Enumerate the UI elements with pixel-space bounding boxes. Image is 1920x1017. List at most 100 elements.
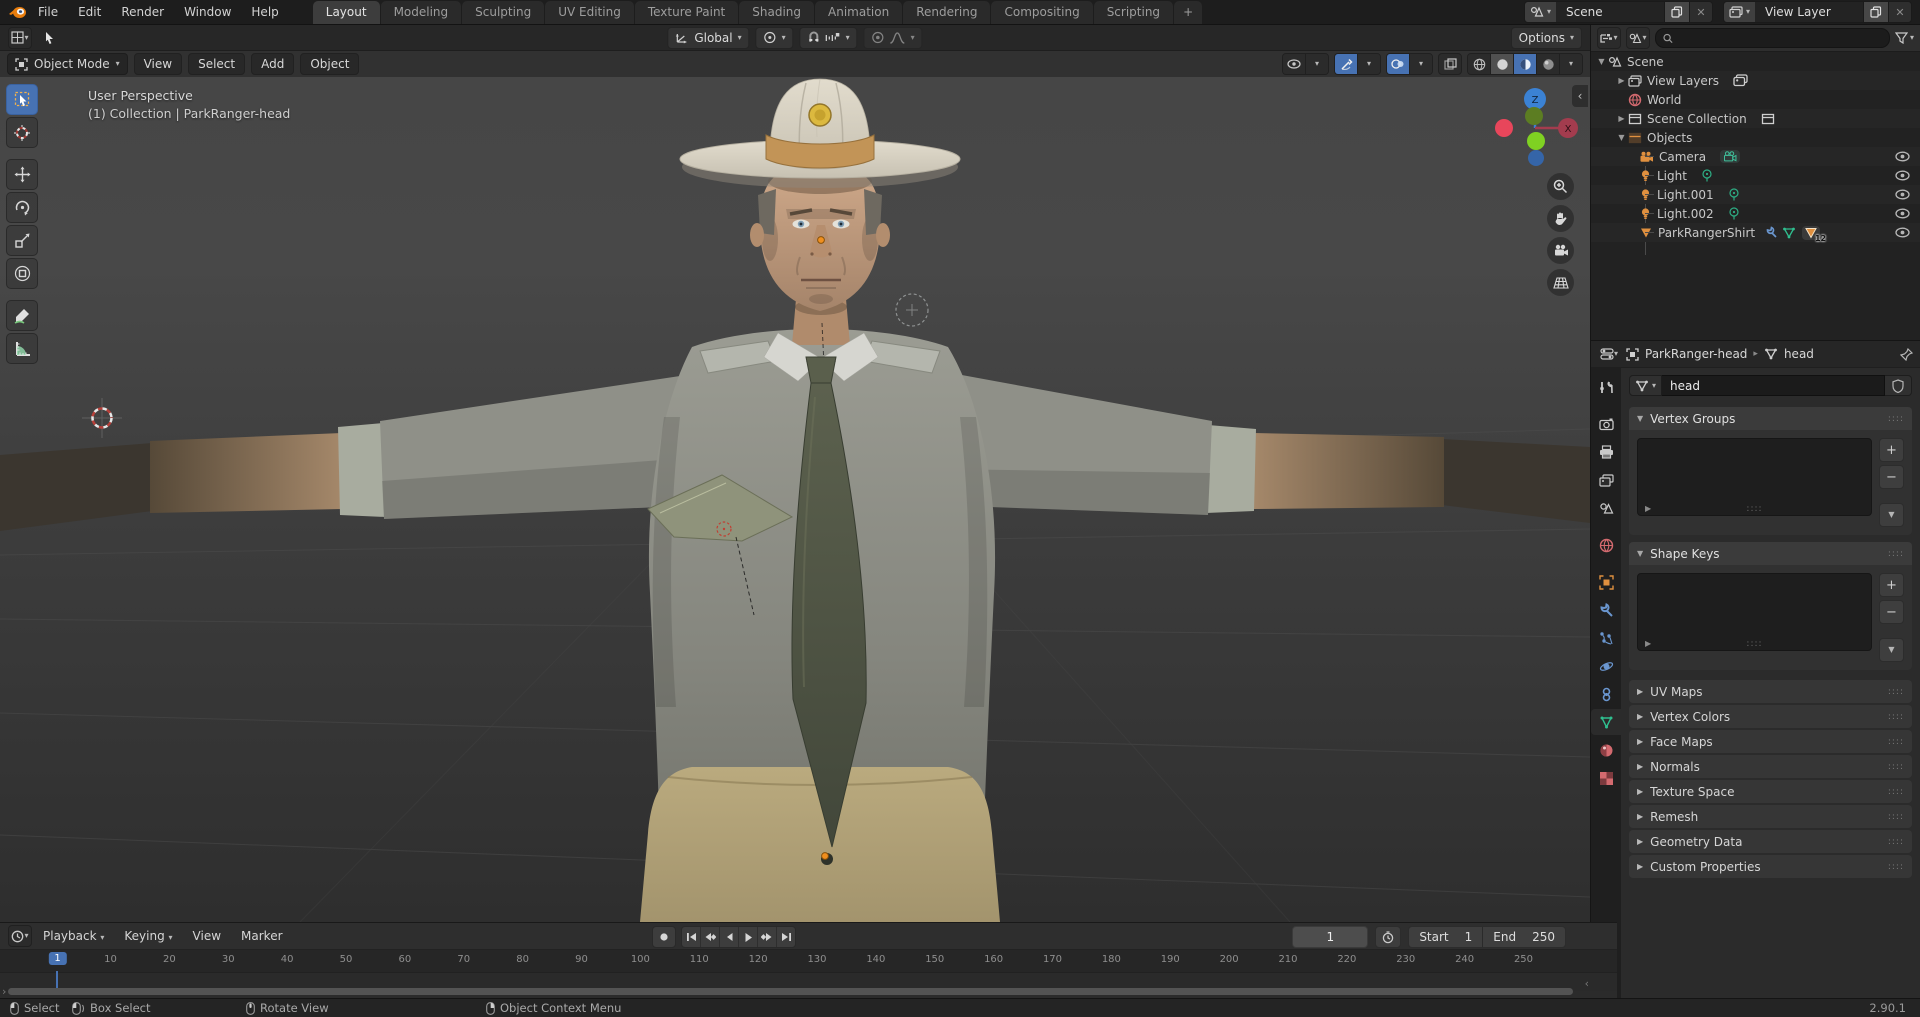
ortho-toggle-button[interactable] [1547,269,1574,296]
tab-material[interactable] [1591,737,1621,763]
prev-keyframe-button[interactable] [701,927,720,947]
gizmo-minus-y-axis[interactable] [1527,132,1545,150]
fake-user-shield-button[interactable] [1885,375,1912,396]
caret-down-icon[interactable]: ▼ [1615,133,1628,142]
view-layer-icon[interactable]: ▾ [1724,2,1755,22]
unlink-scene-button[interactable]: ✕ [1689,2,1712,22]
outliner-row-scene-collection[interactable]: ▶ Scene Collection [1591,109,1920,128]
playhead-line[interactable] [56,971,58,989]
outliner-row-light[interactable]: Light [1591,166,1920,185]
remove-shape-key-button[interactable]: − [1879,600,1904,624]
list-resize-icon[interactable]: ▶ [1645,639,1651,648]
tab-particles[interactable] [1591,625,1621,651]
tool-cursor[interactable] [6,117,38,148]
tab-scene[interactable] [1591,495,1621,521]
hide-toggle-eye-icon[interactable] [1895,208,1910,219]
tab-rendering[interactable]: Rendering [903,1,990,24]
panel-grip-icon[interactable]: :::: [1888,414,1904,424]
menu-file[interactable]: File [28,3,68,21]
menu-playback[interactable]: Playback ▾ [34,927,113,945]
hide-toggle-eye-icon[interactable] [1895,227,1910,238]
outliner-row-light-001[interactable]: Light.001 [1591,185,1920,204]
menu-view[interactable]: View [184,927,230,945]
breadcrumb-data-name[interactable]: head [1784,347,1814,361]
vertex-group-specials-button[interactable]: ▼ [1879,503,1904,527]
tab-view-layer[interactable] [1591,467,1621,493]
outliner-row-parkrangershirt[interactable]: ParkRangerShirt 12 [1591,223,1920,242]
menu-render[interactable]: Render [111,3,174,21]
datablock-type-dropdown[interactable]: ▾ [1629,375,1662,396]
menu-keying[interactable]: Keying ▾ [115,927,181,945]
panel-grip-icon[interactable]: :::: [1888,549,1904,559]
tab-animation[interactable]: Animation [815,1,902,24]
tool-rotate[interactable] [6,192,38,223]
tab-shading[interactable]: Shading [739,1,814,24]
menu-select[interactable]: Select [188,53,245,75]
menu-edit[interactable]: Edit [68,3,111,21]
caret-right-icon[interactable]: ▶ [1615,114,1628,123]
outliner-row-view-layers[interactable]: ▶ View Layers [1591,71,1920,90]
prev-frame-button[interactable] [720,927,739,947]
overlays-toggle[interactable]: ▾ [1386,53,1433,75]
menu-add[interactable]: Add [251,53,294,75]
tab-physics[interactable] [1591,653,1621,679]
panel-grip-icon[interactable]: :::: [1888,837,1904,847]
jump-start-button[interactable] [682,927,701,947]
end-frame-field[interactable]: End 250 [1483,926,1566,948]
start-frame-field[interactable]: Start 1 [1408,926,1483,948]
view-layer-name[interactable]: View Layer [1755,2,1863,22]
list-grip-icon[interactable]: :::: [1746,504,1762,514]
timeline-corner-handle[interactable]: ‹ [1585,977,1589,990]
menu-marker[interactable]: Marker [232,927,291,945]
tab-texture-paint[interactable]: Texture Paint [635,1,738,24]
mode-dropdown[interactable]: Object Mode ▾ [7,53,128,75]
tool-scale[interactable] [6,225,38,256]
filter-dropdown[interactable]: ▾ [1895,32,1914,44]
transform-orientation-dropdown[interactable]: Global ▾ [667,27,749,49]
display-mode-dropdown[interactable]: ▾ [1597,27,1621,49]
breadcrumb-object-name[interactable]: ParkRanger-head [1645,347,1747,361]
tool-annotate[interactable] [6,300,38,331]
scene-icon[interactable]: ▾ [1525,2,1556,22]
current-frame-field[interactable]: 1 [1292,926,1368,948]
panel-texture-space[interactable]: ▶Texture Space:::: [1629,780,1912,803]
panel-uv-maps[interactable]: ▶UV Maps:::: [1629,680,1912,703]
play-button[interactable] [739,927,758,947]
tab-output[interactable] [1591,439,1621,465]
snap-controls[interactable]: ▾ [800,27,858,49]
hide-toggle-eye-icon[interactable] [1895,170,1910,181]
xray-toggle[interactable] [1438,53,1462,75]
tool-transform[interactable] [6,258,38,289]
menu-view[interactable]: View [134,53,182,75]
panel-normals[interactable]: ▶Normals:::: [1629,755,1912,778]
panel-grip-icon[interactable]: :::: [1888,712,1904,722]
tab-render[interactable] [1591,411,1621,437]
tab-scripting[interactable]: Scripting [1094,1,1173,24]
mesh-data-badge[interactable]: 12 [1802,226,1820,240]
outliner-row-world[interactable]: World [1591,90,1920,109]
list-resize-icon[interactable]: ▶ [1645,504,1651,513]
outliner-scene-dropdown[interactable]: ▾ [1626,27,1650,49]
zoom-button[interactable] [1547,173,1574,200]
options-dropdown[interactable]: Options ▾ [1511,27,1582,49]
panel-header-vertex-groups[interactable]: ▼ Vertex Groups :::: [1629,407,1912,430]
panel-custom-properties[interactable]: ▶Custom Properties:::: [1629,855,1912,878]
panel-grip-icon[interactable]: :::: [1888,687,1904,697]
hide-toggle-eye-icon[interactable] [1895,189,1910,200]
panel-header-shape-keys[interactable]: ▼ Shape Keys :::: [1629,542,1912,565]
caret-right-icon[interactable]: ▶ [1615,76,1628,85]
pin-id-button[interactable] [1900,348,1913,361]
tab-modifiers[interactable] [1591,597,1621,623]
panel-remesh[interactable]: ▶Remesh:::: [1629,805,1912,828]
shading-solid-button[interactable] [1491,54,1514,74]
vertex-groups-list[interactable]: ▶ :::: [1637,438,1872,516]
scene-name[interactable]: Scene [1556,2,1664,22]
outliner-row-light-002[interactable]: Light.002 [1591,204,1920,223]
datablock-name-input[interactable] [1662,375,1885,396]
shading-rendered-button[interactable] [1537,54,1560,74]
tab-texture[interactable] [1591,765,1621,791]
tab-object[interactable] [1591,569,1621,595]
tool-select-box[interactable] [6,84,38,115]
menu-help[interactable]: Help [241,3,288,21]
shape-key-specials-button[interactable]: ▼ [1879,638,1904,662]
